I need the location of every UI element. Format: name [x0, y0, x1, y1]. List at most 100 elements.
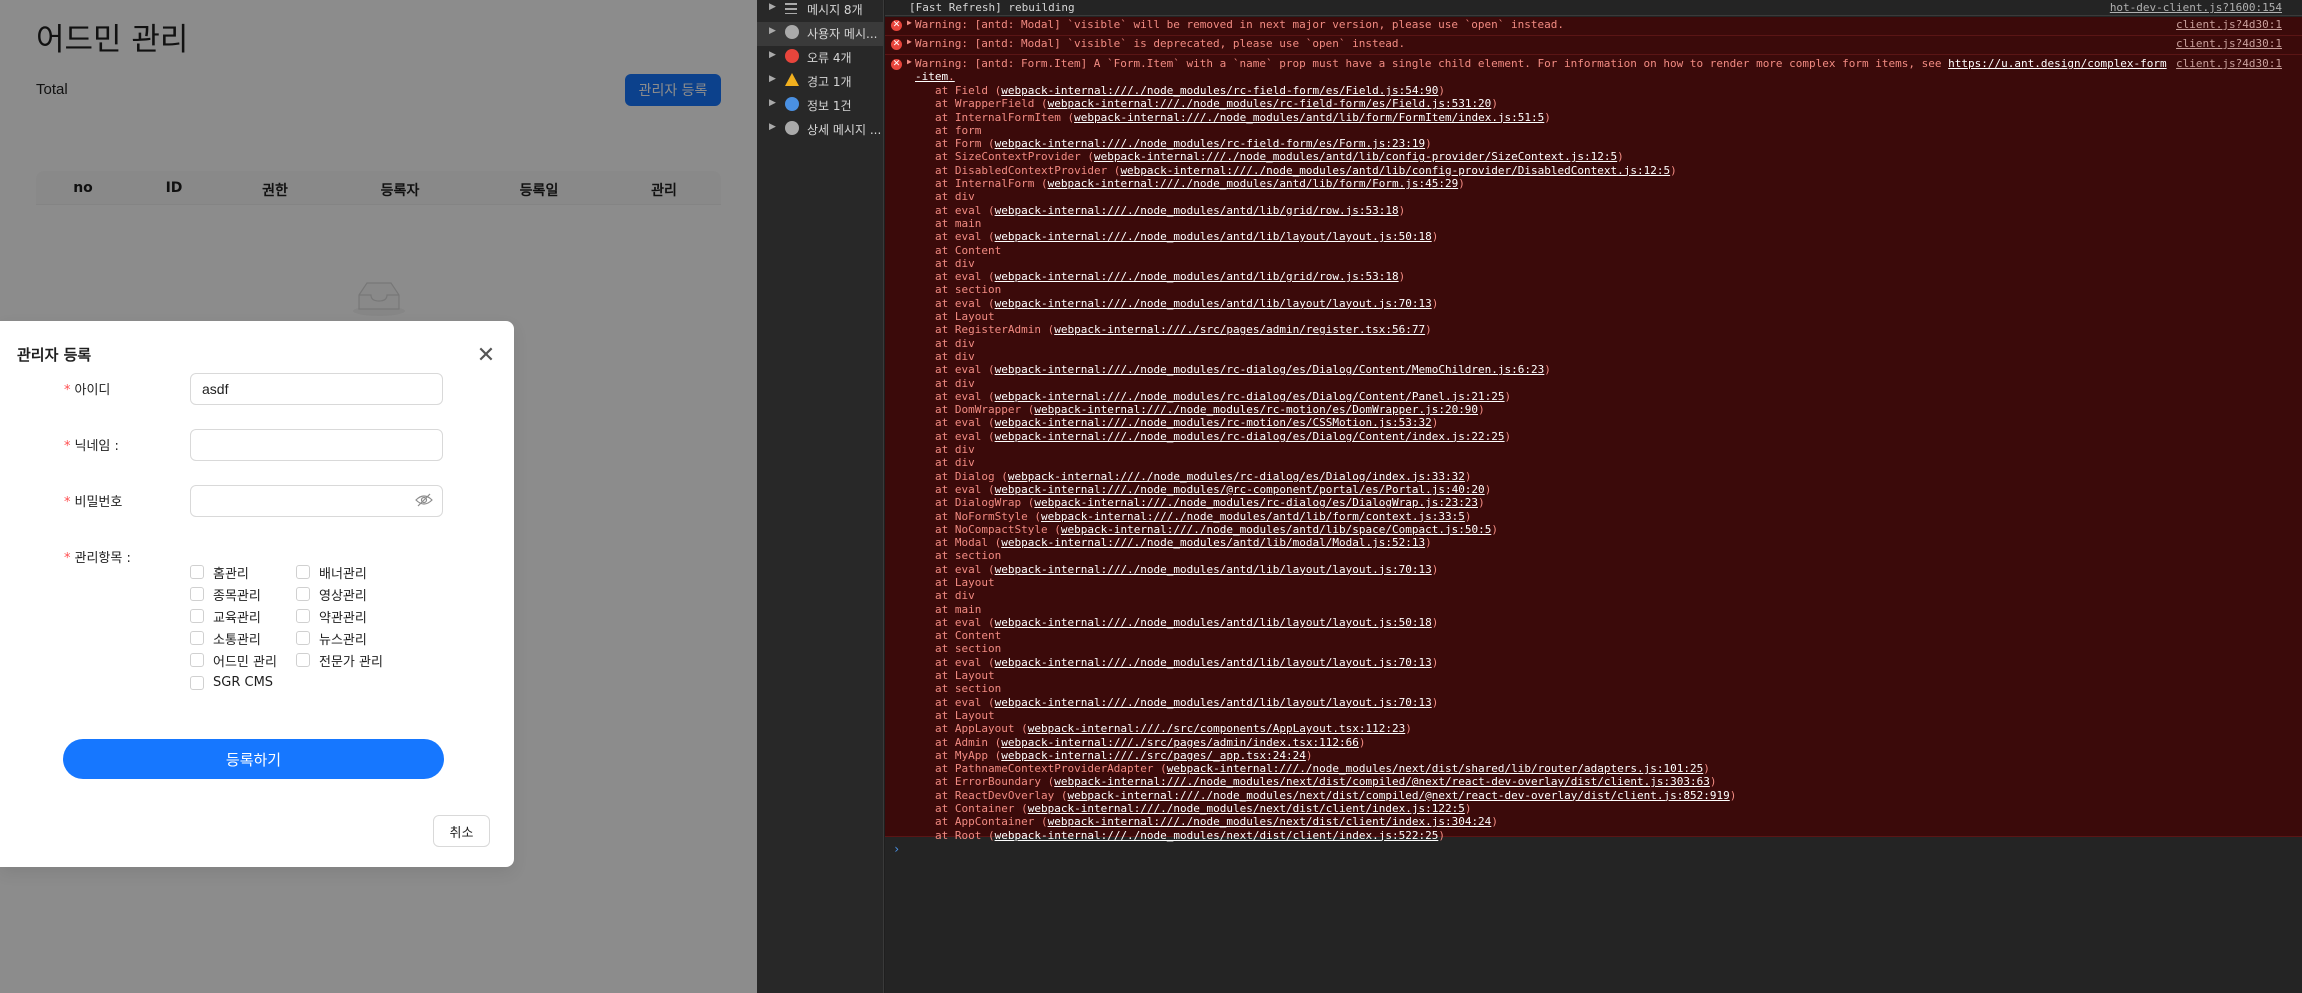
stack-frame-location-link[interactable]: webpack-internal:///./node_modules/antd/…: [995, 616, 1432, 629]
checkbox-box[interactable]: [296, 631, 310, 646]
stack-frame-location-link[interactable]: webpack-internal:///./node_modules/antd/…: [1048, 177, 1459, 190]
stack-frame-location-link[interactable]: webpack-internal:///./node_modules/rc-fi…: [1048, 97, 1492, 110]
checkbox-box[interactable]: [296, 565, 310, 579]
permission-checkbox[interactable]: 소통관리: [190, 629, 261, 648]
expand-caret-icon[interactable]: ▶: [907, 37, 912, 46]
sidebar-filter-item[interactable]: ▶ 사용자 메시...: [757, 22, 884, 46]
log-source-link[interactable]: hot-dev-client.js?1600:154: [2110, 1, 2282, 14]
permission-checkbox[interactable]: 교육관리: [190, 607, 261, 626]
permission-checkbox[interactable]: SGR CMS: [190, 674, 273, 692]
stack-frame-location-link[interactable]: webpack-internal:///./node_modules/antd/…: [995, 563, 1432, 576]
stack-frame-location-link[interactable]: webpack-internal:///./node_modules/rc-fi…: [995, 137, 1425, 150]
error-source-link[interactable]: client.js?4d30:1: [2176, 18, 2282, 31]
checkbox-box[interactable]: [296, 653, 310, 668]
sidebar-filter-item[interactable]: ▶ 상세 메시지 ...: [757, 118, 884, 142]
stack-frame-location-link[interactable]: webpack-internal:///./node_modules/next/…: [1048, 815, 1492, 828]
checkbox-box[interactable]: [190, 675, 204, 690]
cancel-button[interactable]: 취소: [433, 815, 490, 847]
stack-frame-location-link[interactable]: webpack-internal:///./node_modules/rc-di…: [995, 390, 1505, 403]
docs-link[interactable]: https://u.ant.design/complex-form: [1948, 57, 2167, 70]
expand-caret-icon[interactable]: ▶: [907, 18, 912, 27]
checkbox-box[interactable]: [296, 609, 310, 624]
stack-frame-function: at div: [935, 349, 975, 363]
stack-frame-location-link[interactable]: webpack-internal:///./node_modules/antd/…: [1041, 510, 1465, 523]
permission-checkbox[interactable]: 배너관리: [296, 563, 367, 582]
checkbox-box[interactable]: [190, 587, 204, 602]
expand-arrow-icon[interactable]: ▶: [769, 2, 776, 12]
stack-frame-function: at RegisterAdmin: [935, 323, 1041, 337]
console-prompt[interactable]: ›: [893, 842, 900, 856]
expand-arrow-icon[interactable]: ▶: [769, 98, 776, 108]
checkbox-box[interactable]: [190, 631, 204, 646]
stack-frame-location-link[interactable]: webpack-internal:///./node_modules/antd/…: [995, 656, 1432, 669]
stack-frame: at AppLayout (webpack-internal:///./src/…: [935, 722, 1412, 736]
stack-frame-location-link[interactable]: webpack-internal:///./node_modules/antd/…: [1074, 111, 1544, 124]
permission-checkbox[interactable]: 어드민 관리: [190, 651, 277, 670]
error-source-link[interactable]: client.js?4d30:1: [2176, 37, 2282, 50]
eye-invisible-icon[interactable]: [415, 492, 433, 508]
stack-frame: at div: [885, 443, 2302, 456]
stack-frame-location-link[interactable]: webpack-internal:///./node_modules/antd/…: [995, 270, 1399, 283]
checkbox-label: 배너관리: [319, 566, 367, 582]
permission-checkbox[interactable]: 영상관리: [296, 585, 367, 604]
checkbox-label: 종목관리: [213, 588, 261, 604]
permission-checkbox[interactable]: 홈관리: [190, 563, 249, 582]
stack-frame-location-link[interactable]: webpack-internal:///./node_modules/next/…: [1028, 802, 1465, 815]
stack-frame-location-link[interactable]: webpack-internal:///./node_modules/@rc-c…: [995, 483, 1485, 496]
stack-frame-location-link[interactable]: webpack-internal:///./node_modules/next/…: [1067, 789, 1729, 802]
submit-button[interactable]: 등록하기: [63, 739, 444, 779]
expand-arrow-icon[interactable]: ▶: [769, 26, 776, 36]
nickname-input[interactable]: [190, 429, 443, 461]
id-input[interactable]: [190, 373, 443, 405]
permission-checkbox[interactable]: 종목관리: [190, 585, 261, 604]
stack-frame-location-link[interactable]: webpack-internal:///./src/pages/admin/in…: [1001, 736, 1359, 749]
stack-frame-location-link[interactable]: webpack-internal:///./node_modules/next/…: [1054, 775, 1710, 788]
sidebar-filter-item[interactable]: ▶ 정보 1건: [757, 94, 884, 118]
stack-frame-location-link[interactable]: webpack-internal:///./node_modules/next/…: [1167, 762, 1703, 775]
checkbox-box[interactable]: [296, 587, 310, 602]
stack-frame-location-link[interactable]: webpack-internal:///./node_modules/antd/…: [1061, 523, 1491, 536]
stack-frame-function: at Layout: [935, 669, 995, 683]
stack-frame-location-link[interactable]: webpack-internal:///./node_modules/rc-di…: [1008, 470, 1465, 483]
close-icon[interactable]: ✕: [471, 340, 501, 370]
stack-frame-location-link[interactable]: webpack-internal:///./node_modules/rc-di…: [1034, 496, 1478, 509]
error-entry[interactable]: ✕ ▶ Warning: [antd: Modal] `visible` wil…: [885, 17, 2302, 36]
stack-frame-location-link[interactable]: webpack-internal:///./src/pages/_app.tsx…: [1001, 749, 1306, 762]
expand-arrow-icon[interactable]: ▶: [769, 74, 776, 84]
password-label-text: 비밀번호: [74, 495, 123, 510]
docs-link-continued[interactable]: -item: [915, 70, 948, 83]
stack-frame-location-link[interactable]: webpack-internal:///./src/pages/admin/re…: [1054, 323, 1425, 336]
stack-frame-location-link[interactable]: webpack-internal:///./node_modules/antd/…: [1094, 150, 1617, 163]
sidebar-filter-item[interactable]: ▶ 오류 4개: [757, 46, 884, 70]
stack-frame-location-link[interactable]: webpack-internal:///./node_modules/antd/…: [995, 297, 1432, 310]
permission-checkbox[interactable]: 약관관리: [296, 607, 367, 626]
stack-frame-location-link[interactable]: webpack-internal:///./node_modules/antd/…: [1001, 536, 1425, 549]
stack-frame-location-link[interactable]: webpack-internal:///./node_modules/rc-di…: [995, 363, 1545, 376]
checkbox-box[interactable]: [190, 653, 204, 668]
error-entry[interactable]: ✕ ▶ Warning: [antd: Modal] `visible` is …: [885, 36, 2302, 55]
sidebar-filter-item[interactable]: ▶ 메시지 8개: [757, 0, 884, 22]
stack-frame-location-link[interactable]: webpack-internal:///./node_modules/rc-mo…: [1034, 403, 1478, 416]
expand-caret-icon[interactable]: ▶: [907, 57, 912, 66]
stack-frame-location-link[interactable]: webpack-internal:///./node_modules/rc-di…: [995, 430, 1505, 443]
stack-frame-location-link[interactable]: webpack-internal:///./node_modules/antd/…: [1120, 164, 1670, 177]
stack-frame-location-link[interactable]: webpack-internal:///./node_modules/antd/…: [995, 204, 1399, 217]
checkbox-box[interactable]: [190, 565, 204, 579]
expand-arrow-icon[interactable]: ▶: [769, 50, 776, 60]
checkbox-label: 약관관리: [319, 610, 367, 626]
expand-arrow-icon[interactable]: ▶: [769, 122, 776, 132]
form-item-error-entry[interactable]: ✕ ▶ Warning: [antd: Form.Item] A `Form.I…: [885, 55, 2302, 842]
stack-frame-location-link[interactable]: webpack-internal:///./node_modules/antd/…: [995, 696, 1432, 709]
stack-frame-location-link[interactable]: webpack-internal:///./src/components/App…: [1028, 722, 1406, 735]
stack-frame-location-link[interactable]: webpack-internal:///./node_modules/antd/…: [995, 230, 1432, 243]
stack-frame-location-link[interactable]: webpack-internal:///./node_modules/rc-fi…: [1001, 84, 1438, 97]
checkbox-box[interactable]: [190, 609, 204, 624]
password-input[interactable]: [190, 485, 443, 517]
permission-checkbox[interactable]: 뉴스관리: [296, 629, 367, 648]
stack-frame-location-link[interactable]: webpack-internal:///./node_modules/rc-mo…: [995, 416, 1432, 429]
error-source-link[interactable]: client.js?4d30:1: [2176, 57, 2282, 70]
stack-frame: at eval (webpack-internal:///./node_modu…: [935, 270, 1406, 284]
stack-frame-location-link[interactable]: webpack-internal:///./node_modules/next/…: [995, 829, 1439, 842]
sidebar-filter-item[interactable]: ▶ 경고 1개: [757, 70, 884, 94]
permission-checkbox[interactable]: 전문가 관리: [296, 651, 383, 670]
